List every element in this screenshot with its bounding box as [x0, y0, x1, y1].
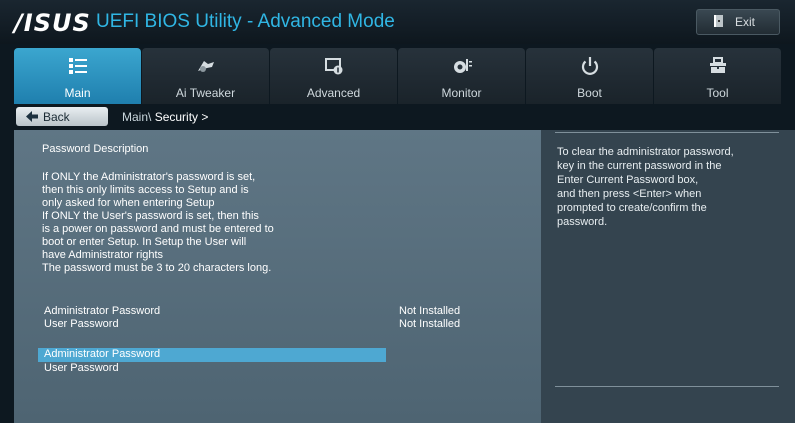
- description-title: Password Description: [42, 143, 149, 155]
- tool-icon: [709, 57, 726, 73]
- tab-main[interactable]: Main: [14, 48, 141, 104]
- title-bar: /ISUS UEFI BIOS Utility - Advanced Mode …: [0, 0, 795, 44]
- app-title: UEFI BIOS Utility - Advanced Mode: [96, 11, 395, 32]
- tab-boot-label: Boot: [577, 86, 602, 100]
- breadcrumb-current: Security >: [154, 110, 209, 124]
- back-arrow-icon: [26, 111, 38, 122]
- admin-password-status-value: Not Installed: [399, 305, 461, 317]
- help-divider-top: [555, 132, 779, 133]
- main-tabs: Main Ai Tweaker Advanced Monitor Boot To…: [14, 48, 781, 104]
- tab-tool[interactable]: Tool: [654, 48, 781, 104]
- help-line: To clear the administrator password,: [557, 146, 734, 158]
- help-line: prompted to create/confirm the: [557, 202, 707, 214]
- tab-advanced-label: Advanced: [306, 86, 361, 100]
- description-line: boot or enter Setup. In Setup the User w…: [42, 236, 247, 248]
- description-line: If ONLY the Administrator's password is …: [42, 171, 256, 183]
- tab-ai-tweaker-label: Ai Tweaker: [175, 86, 236, 100]
- tab-ai-tweaker[interactable]: Ai Tweaker: [142, 48, 269, 104]
- tab-tool-label: Tool: [706, 86, 729, 100]
- help-divider-bottom: [555, 386, 779, 387]
- help-panel: To clear the administrator password, key…: [541, 130, 795, 423]
- back-label: Back: [43, 110, 70, 124]
- breadcrumb-path: Main\ Security >: [122, 110, 208, 124]
- power-icon: [581, 57, 598, 75]
- monitor-icon: [453, 59, 472, 73]
- exit-button[interactable]: Exit: [696, 9, 780, 35]
- main-panel: Password Description If ONLY the Adminis…: [14, 130, 541, 423]
- help-line: key in the current password in the: [557, 160, 722, 172]
- admin-password-menu-item[interactable]: Administrator Password: [44, 348, 160, 360]
- tweaker-icon: [197, 61, 214, 72]
- help-line: Enter Current Password box,: [557, 174, 699, 186]
- tab-boot[interactable]: Boot: [526, 48, 653, 104]
- tab-monitor-label: Monitor: [441, 86, 482, 100]
- description-line: only asked for when entering Setup: [42, 197, 215, 209]
- exit-icon: [714, 15, 723, 27]
- exit-label: Exit: [735, 15, 756, 29]
- asus-logo: /ISUS: [14, 9, 91, 37]
- description-line: The password must be 3 to 20 characters …: [42, 262, 272, 274]
- back-button[interactable]: Back: [16, 107, 108, 126]
- list-icon: [68, 58, 87, 74]
- user-password-menu-item[interactable]: User Password: [44, 362, 119, 374]
- help-text: To clear the administrator password, key…: [557, 145, 777, 229]
- description-line: is a power on password and must be enter…: [42, 223, 274, 235]
- help-line: password.: [557, 216, 608, 228]
- tab-monitor[interactable]: Monitor: [398, 48, 525, 104]
- description-line: If ONLY the User's password is set, then…: [42, 210, 259, 222]
- advanced-icon: [324, 58, 342, 75]
- admin-password-status-label: Administrator Password: [44, 305, 161, 317]
- description-line: have Administrator rights: [42, 249, 164, 261]
- user-password-status-label: User Password: [44, 318, 119, 330]
- help-line: and then press <Enter> when: [557, 188, 702, 200]
- breadcrumb: Back Main\ Security >: [14, 106, 780, 128]
- tab-advanced[interactable]: Advanced: [270, 48, 397, 104]
- breadcrumb-main[interactable]: Main\: [122, 110, 151, 124]
- user-password-status-value: Not Installed: [399, 318, 461, 330]
- tab-main-label: Main: [64, 86, 91, 100]
- description-line: then this only limits access to Setup an…: [42, 184, 249, 196]
